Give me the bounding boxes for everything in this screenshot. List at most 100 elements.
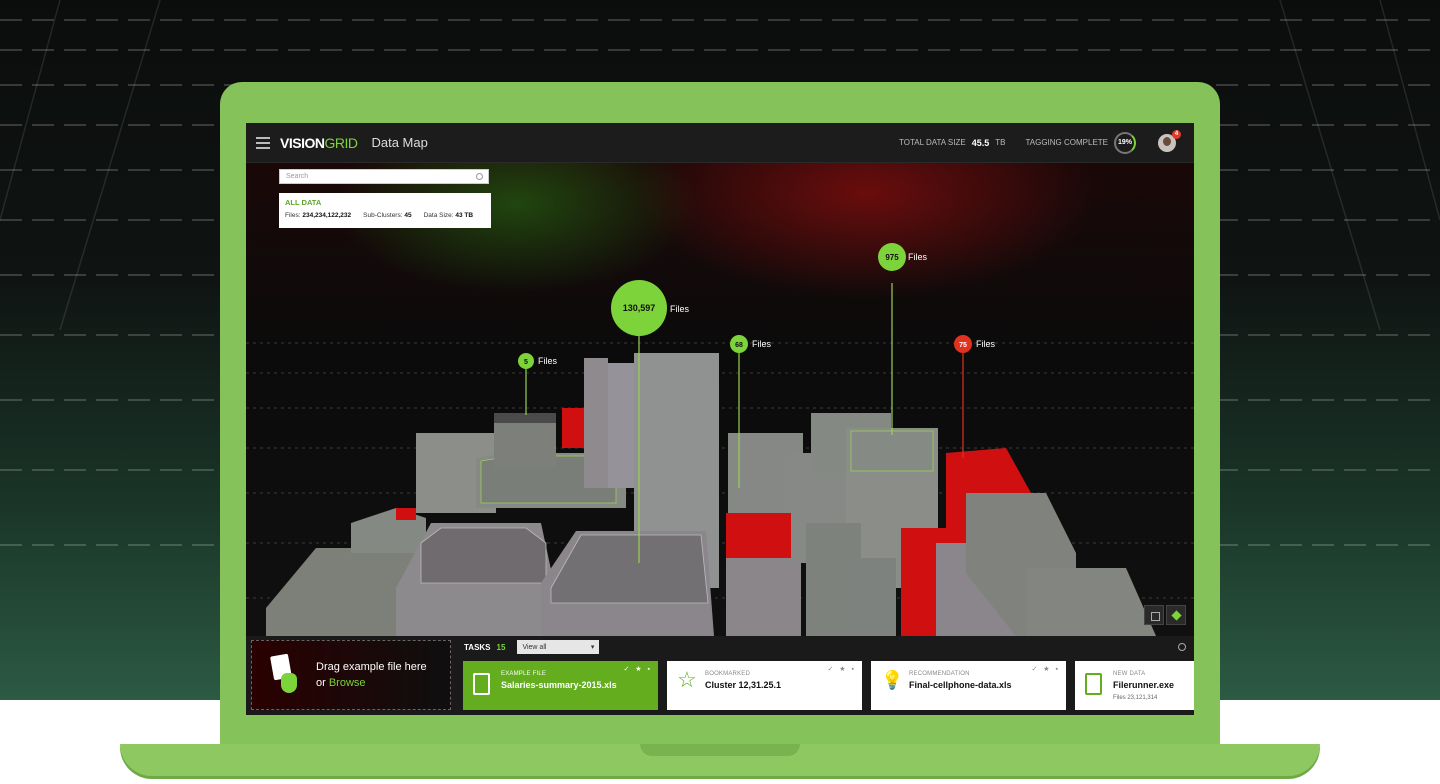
files-label: Files:: [285, 212, 301, 219]
3d-view-button[interactable]: [1166, 605, 1186, 625]
avatar[interactable]: 4: [1158, 129, 1181, 152]
block: [584, 358, 608, 488]
search-input[interactable]: Search: [279, 169, 489, 184]
drop-line2: or Browse: [316, 675, 427, 691]
new-file-icon: [1085, 673, 1102, 695]
red-block: [562, 408, 584, 448]
app-header: VISIONGRID Data Map TOTAL DATA SIZE 45.5…: [246, 123, 1194, 163]
tagging-label: TAGGING COMPLETE: [1025, 138, 1108, 147]
task-card-recommendation[interactable]: 💡 RECOMMENDATION Final-cellphone-data.xl…: [871, 661, 1066, 710]
laptop-notch: [640, 744, 800, 756]
total-data-size-value: 45.5: [971, 137, 990, 148]
app-screen: VISIONGRID Data Map TOTAL DATA SIZE 45.5…: [246, 123, 1194, 715]
avatar-face: [1163, 136, 1171, 146]
card-kind: NEW DATA: [1113, 671, 1146, 677]
pin-5[interactable]: 5 Files: [518, 353, 558, 369]
file-icon: [473, 673, 490, 695]
bottom-panel: Drag example file here or Browse TASKS 1…: [246, 636, 1194, 715]
notification-badge: 4: [1172, 129, 1181, 139]
pin-label: Files: [976, 339, 996, 349]
drop-line1: Drag example file here: [316, 661, 427, 673]
city-blocks: [266, 353, 1156, 636]
pins: 130,597 Files 975 Files 68 Files 75 File…: [518, 243, 996, 369]
card-kind: EXAMPLE FILE: [501, 671, 547, 677]
search-icon[interactable]: [476, 173, 483, 180]
card-meta: Files 23,121,314: [1113, 695, 1157, 701]
summary-datasize: Data Size: 43 TB: [424, 212, 474, 219]
card-actions[interactable]: ✓ ★ ▪: [1031, 665, 1060, 673]
drag-hand-icon: [270, 653, 300, 695]
total-data-size-unit: TB: [995, 138, 1006, 147]
meta-label: Files: [1113, 695, 1126, 701]
lightbulb-icon: 💡: [881, 670, 904, 690]
logo-text-1: VISION: [280, 134, 325, 151]
pin-count: 975: [885, 253, 899, 262]
logo-text-2: GRID: [324, 134, 358, 151]
logo[interactable]: VISIONGRID: [280, 134, 358, 151]
browse-link[interactable]: Browse: [329, 677, 366, 689]
card-kind: BOOKMARKED: [705, 671, 751, 677]
card-name: Salaries-summary-2015.xls: [501, 680, 617, 690]
block-top: [850, 430, 934, 472]
drop-or: or: [316, 677, 326, 689]
pin-count: 130,597: [623, 303, 656, 313]
summary-files: Files: 234,234,122,232: [285, 212, 351, 219]
pin-count: 75: [959, 342, 967, 349]
block: [1026, 568, 1156, 636]
square-icon: [1151, 612, 1160, 621]
pin-label: Files: [908, 252, 928, 262]
card-actions[interactable]: ✓ ★ ▪: [827, 665, 856, 673]
tasks-label: TASKS: [464, 642, 491, 652]
cube-icon: [1171, 610, 1182, 621]
task-card-bookmarked[interactable]: ☆ BOOKMARKED Cluster 12,31.25.1 ✓ ★ ▪: [667, 661, 862, 710]
data-map[interactable]: 130,597 Files 975 Files 68 Files 75 File…: [246, 163, 1194, 636]
tasks-filter-select[interactable]: View all ▾: [517, 640, 600, 654]
pin-68[interactable]: 68 Files: [730, 335, 772, 353]
star-icon: ☆: [677, 667, 697, 692]
task-card-example-file[interactable]: EXAMPLE FILE Salaries-summary-2015.xls ✓…: [463, 661, 658, 710]
summary-title: ALL DATA: [285, 198, 322, 207]
datasize-label: Data Size:: [423, 212, 454, 219]
block-top: [494, 413, 556, 423]
pin-count: 5: [524, 359, 528, 366]
summary-row: Files: 234,234,122,232 Sub-Clusters: 45 …: [285, 212, 485, 219]
block: [726, 558, 801, 636]
pin-975[interactable]: 975 Files: [878, 243, 928, 271]
pin-count: 68: [735, 342, 743, 349]
summary-subclusters: Sub-Clusters: 45: [363, 212, 411, 219]
card-name: Cluster 12,31.25.1: [705, 680, 782, 690]
pin-label: Files: [752, 339, 772, 349]
pin-label: Files: [538, 356, 558, 366]
card-actions[interactable]: ✓ ★ ▪: [623, 665, 652, 673]
page-title: Data Map: [371, 135, 428, 150]
file-drop-zone[interactable]: Drag example file here or Browse: [251, 640, 451, 710]
pin-130597[interactable]: 130,597 Files: [611, 280, 690, 336]
total-data-size-label: TOTAL DATA SIZE: [899, 138, 966, 147]
red-block: [726, 513, 796, 558]
datasize-value: 43 TB: [455, 212, 474, 219]
tasks-bar: TASKS 15 View all ▾: [456, 636, 1194, 658]
tagging-value: 19%: [1117, 139, 1132, 146]
pin-75[interactable]: 75 Files: [954, 335, 996, 353]
hand-shape: [281, 673, 297, 693]
tasks-filter-value: View all: [522, 643, 547, 651]
chevron-down-icon: ▾: [590, 644, 595, 651]
summary-panel: ALL DATA Files: 234,234,122,232 Sub-Clus…: [279, 193, 491, 228]
subclusters-value: 45: [404, 212, 412, 219]
block-top: [420, 527, 547, 584]
pin-label: Files: [670, 304, 690, 314]
subclusters-label: Sub-Clusters:: [363, 212, 403, 219]
tasks-count: 15: [496, 642, 506, 652]
search-icon[interactable]: [1178, 643, 1186, 651]
task-card-new-data[interactable]: NEW DATA Filerunner.exe Files 23,121,314: [1075, 661, 1194, 710]
flat-view-button[interactable]: [1144, 605, 1164, 625]
search-placeholder: Search: [286, 173, 309, 180]
files-value: 234,234,122,232: [302, 212, 352, 219]
block: [608, 363, 634, 488]
block: [851, 558, 896, 636]
card-kind: RECOMMENDATION: [909, 671, 970, 677]
meta-value: 23,121,314: [1127, 695, 1158, 701]
menu-icon[interactable]: [256, 136, 270, 149]
red-block: [396, 508, 416, 520]
drop-text: Drag example file here or Browse: [316, 659, 427, 691]
